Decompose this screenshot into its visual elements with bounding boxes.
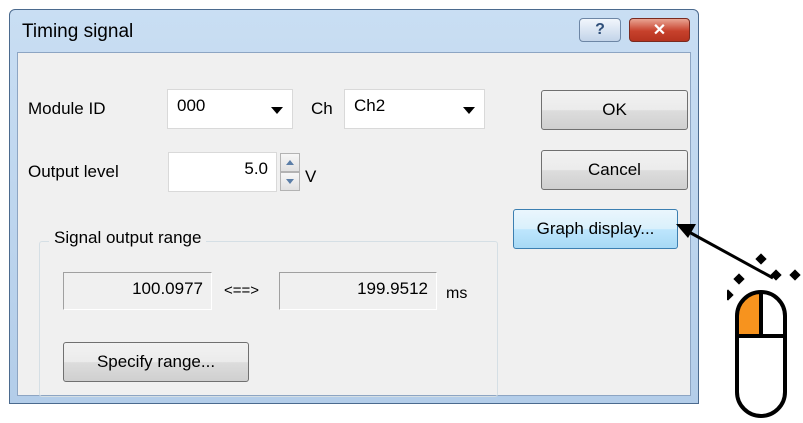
arrow-down-icon	[286, 179, 294, 184]
help-button[interactable]: ?	[579, 18, 621, 42]
click-spark	[733, 273, 745, 285]
cancel-button[interactable]: Cancel	[541, 150, 688, 190]
module-id-value: 000	[177, 96, 206, 115]
output-level-input[interactable]: 5.0	[168, 152, 277, 192]
range-start-value: 100.0977	[132, 279, 203, 298]
spin-up-button[interactable]	[280, 153, 300, 172]
chevron-down-icon[interactable]	[271, 107, 283, 114]
channel-label: Ch	[311, 99, 333, 118]
spin-down-button[interactable]	[280, 172, 300, 191]
ok-button[interactable]: OK	[541, 90, 688, 130]
arrow-up-icon	[286, 160, 294, 165]
mouse-left-click-icon	[727, 253, 801, 418]
module-id-select[interactable]: 000	[167, 89, 293, 129]
output-level-label: Output level	[28, 162, 119, 181]
output-level-unit: V	[305, 167, 317, 186]
title-bar: Timing signal ? ✕	[10, 10, 698, 52]
click-spark	[727, 289, 734, 301]
range-unit: ms	[446, 285, 468, 302]
left-button-highlight	[737, 292, 759, 336]
module-id-label: Module ID	[28, 99, 106, 118]
signal-output-range-title: Signal output range	[49, 228, 207, 248]
channel-select[interactable]: Ch2	[344, 89, 485, 129]
dialog-title: Timing signal	[22, 21, 134, 42]
range-separator: <==>	[224, 282, 260, 299]
dialog-body: Module ID 000 Ch Ch2 Output level 5.0 V …	[17, 52, 691, 397]
graph-display-button[interactable]: Graph display...	[513, 209, 678, 249]
range-end-field: 199.9512	[279, 272, 437, 310]
close-button[interactable]: ✕	[629, 18, 690, 42]
output-level-spinner[interactable]	[280, 153, 300, 191]
click-spark	[770, 269, 782, 281]
help-icon: ?	[595, 21, 605, 38]
specify-range-button[interactable]: Specify range...	[63, 342, 249, 382]
channel-value: Ch2	[354, 96, 386, 115]
range-start-field: 100.0977	[63, 272, 212, 310]
click-spark	[789, 269, 801, 281]
timing-signal-dialog: Timing signal ? ✕ Module ID 000 Ch Ch2 O…	[9, 9, 699, 404]
close-icon: ✕	[652, 22, 667, 39]
range-end-value: 199.9512	[357, 279, 428, 298]
chevron-down-icon[interactable]	[463, 107, 475, 114]
click-spark	[755, 253, 767, 265]
output-level-value: 5.0	[244, 159, 268, 178]
